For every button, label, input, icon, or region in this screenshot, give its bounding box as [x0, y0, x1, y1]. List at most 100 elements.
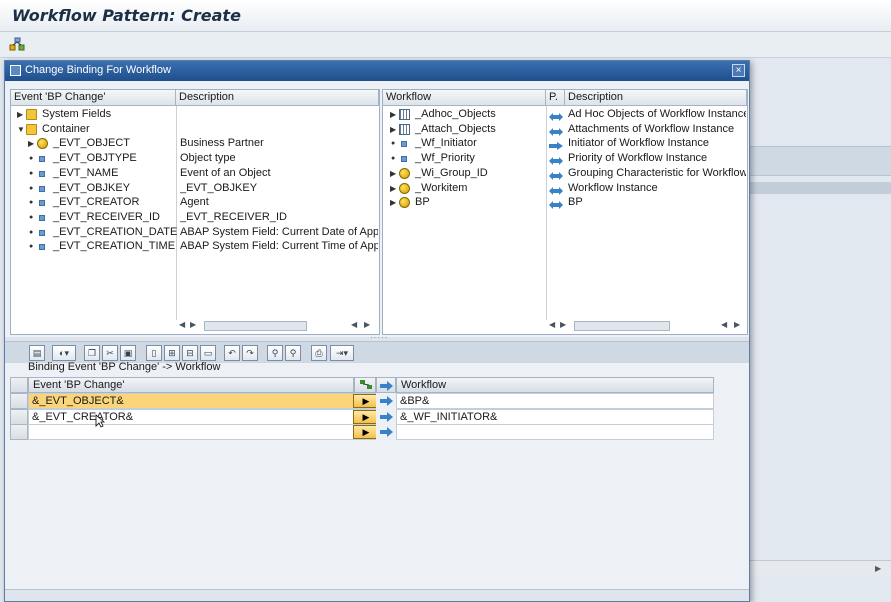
object-icon — [399, 197, 410, 209]
tree-node[interactable]: ● _EVT_CREATION_DATE ABAP System Field: Cu… — [11, 225, 379, 240]
tree-node-label: _Wi_Group_ID — [415, 166, 488, 179]
clear-icon[interactable]: ▭ — [200, 345, 216, 361]
tree-node-description: Ad Hoc Objects of Workflow Instance — [568, 108, 746, 120]
tree-node[interactable]: ● _EVT_CREATOR Agent — [11, 195, 379, 210]
element-icon — [39, 244, 45, 251]
expand-arrow-icon[interactable]: ▶ — [390, 181, 396, 196]
source-expression-cell[interactable] — [28, 424, 354, 440]
export-icon[interactable]: ⇥▾ — [330, 345, 354, 361]
column-header-parameter[interactable]: P. — [546, 90, 565, 106]
row-selector[interactable] — [10, 408, 28, 425]
tree-node[interactable]: ● _EVT_OBJTYPE Object type — [11, 151, 379, 166]
expand-arrow-icon[interactable]: ▶ — [17, 107, 23, 122]
horizontal-scrollbar[interactable]: ◀ ▶ ◀ ▶ — [179, 320, 377, 332]
direction-cell: ▶ — [353, 393, 379, 409]
expand-arrow-icon[interactable]: ▶ — [390, 107, 396, 122]
scroll-left-icon[interactable]: ◀ — [351, 320, 357, 329]
select-all-icon[interactable] — [10, 377, 28, 393]
close-icon[interactable]: × — [732, 64, 745, 77]
table-icon — [399, 123, 410, 135]
binding-new-icon[interactable]: ▤ — [29, 345, 45, 361]
column-header-workflow[interactable]: Workflow — [383, 90, 546, 106]
column-header-target[interactable]: Workflow — [396, 377, 714, 393]
row-selector[interactable] — [10, 393, 28, 409]
expand-arrow-icon[interactable]: ▶ — [28, 136, 34, 151]
expand-arrow-icon[interactable]: ▶ — [390, 122, 396, 137]
redo-icon[interactable]: ↷ — [242, 345, 258, 361]
element-icon — [39, 229, 45, 236]
window-icon — [10, 65, 21, 76]
scroll-right-icon[interactable]: ▶ — [190, 320, 196, 329]
scroll-right-icon[interactable]: ▶ — [734, 320, 740, 329]
tree-node[interactable]: ▶ _EVT_OBJECT Business Partner — [11, 136, 379, 151]
scroll-left-icon[interactable]: ◀ — [179, 320, 185, 329]
tree-node[interactable]: ● _Wf_Priority Priority of Workflow Instan… — [383, 151, 747, 166]
element-icon — [401, 141, 407, 148]
copy-icon[interactable]: ❐ — [84, 345, 100, 361]
tree-node[interactable]: ▼ Container — [11, 122, 379, 137]
column-header-description[interactable]: Description — [176, 90, 379, 106]
tree-node[interactable]: ▶ _Wi_Group_ID Grouping Characteristic for… — [383, 166, 747, 181]
element-icon — [39, 185, 45, 192]
tree-node[interactable]: ▶ System Fields — [11, 107, 379, 122]
app-toolbar — [0, 32, 891, 58]
tree-node-description: Workflow Instance — [568, 181, 658, 194]
scroll-right-icon[interactable]: ▶ — [364, 320, 370, 329]
target-expression-cell[interactable]: &_WF_INITIATOR& — [396, 408, 714, 425]
insert-row-icon[interactable]: ⊞ — [164, 345, 180, 361]
column-header-arrow — [376, 377, 396, 393]
element-icon — [39, 156, 45, 163]
tree-node[interactable]: ● _EVT_OBJKEY _EVT_OBJKEY — [11, 181, 379, 196]
dialog-titlebar[interactable]: Change Binding For Workflow × — [5, 61, 749, 81]
binding-grid[interactable]: Event 'BP Change' Workflow &_EVT_OBJECT&… — [10, 377, 714, 441]
tree-node[interactable]: ▶ _Attach_Objects Attachments of Workflow … — [383, 122, 747, 137]
binding-both-icon — [549, 126, 563, 136]
source-expression-cell[interactable]: &_EVT_OBJECT& — [28, 393, 354, 409]
scroll-thumb[interactable] — [574, 321, 670, 331]
column-header-event[interactable]: Event 'BP Change' — [11, 90, 176, 106]
background-scrollbar[interactable]: ▶ — [748, 560, 891, 576]
delete-row-icon[interactable]: ⊟ — [182, 345, 198, 361]
tree-node-label: _Wf_Priority — [415, 152, 475, 165]
tree-node-label: _Wf_Initiator — [415, 137, 477, 150]
new-row-icon[interactable]: ▯ — [146, 345, 162, 361]
tree-node[interactable]: ● _EVT_RECEIVER_ID _EVT_RECEIVER_ID — [11, 210, 379, 225]
object-icon — [37, 138, 48, 150]
print-icon[interactable]: ⎙ — [311, 345, 327, 361]
workflow-container-tree[interactable]: Workflow P. Description ▶ _Adhoc_Objects A… — [382, 89, 748, 335]
tree-node[interactable]: ▶ _Adhoc_Objects Ad Hoc Objects of Workflo… — [383, 107, 747, 122]
tree-node[interactable]: ● _Wf_Initiator Initiator of Workflow Inst… — [383, 136, 747, 151]
tree-node-description: Agent — [180, 196, 209, 209]
target-expression-cell[interactable] — [396, 424, 714, 440]
column-header-description[interactable]: Description — [565, 90, 747, 106]
tree-node-label: _EVT_NAME — [53, 166, 119, 179]
find-next-icon[interactable]: ⚲ — [285, 345, 301, 361]
scroll-thumb[interactable] — [204, 321, 307, 331]
expand-arrow-icon[interactable]: ▶ — [390, 166, 396, 181]
source-expression-cell[interactable]: &_EVT_CREATOR& — [28, 408, 354, 425]
background-panel — [748, 182, 891, 194]
scroll-left-icon[interactable]: ◀ — [549, 320, 555, 329]
column-header-direction[interactable] — [354, 377, 376, 393]
arrow-cell — [376, 424, 396, 440]
tree-node[interactable]: ● _EVT_CREATION_TIME ABAP System Field: Cu… — [11, 239, 379, 254]
collapse-arrow-icon[interactable]: ▼ — [17, 122, 25, 137]
scroll-right-icon[interactable]: ▶ — [560, 320, 566, 329]
target-expression-cell[interactable]: &BP& — [396, 393, 714, 409]
paste-icon[interactable]: ▣ — [120, 345, 136, 361]
tree-node[interactable]: ● _EVT_NAME Event of an Object — [11, 166, 379, 181]
scroll-left-icon[interactable]: ◀ — [721, 320, 727, 329]
drag-icon[interactable]: ◐▾ — [52, 345, 76, 361]
tree-node[interactable]: ▶ BP BP — [383, 195, 747, 210]
scroll-right-icon[interactable]: ▶ — [875, 564, 885, 573]
cut-icon[interactable]: ✂ — [102, 345, 118, 361]
horizontal-scrollbar[interactable]: ◀ ▶ ◀ ▶ — [549, 320, 745, 332]
row-selector[interactable] — [10, 424, 28, 440]
find-icon[interactable]: ⚲ — [267, 345, 283, 361]
tree-node[interactable]: ▶ _Workitem Workflow Instance — [383, 181, 747, 196]
undo-icon[interactable]: ↶ — [224, 345, 240, 361]
event-container-tree[interactable]: Event 'BP Change' Description ▶ System Fi… — [10, 89, 380, 335]
hierarchy-icon[interactable] — [9, 36, 25, 52]
expand-arrow-icon[interactable]: ▶ — [390, 195, 396, 210]
column-header-source[interactable]: Event 'BP Change' — [28, 377, 354, 393]
